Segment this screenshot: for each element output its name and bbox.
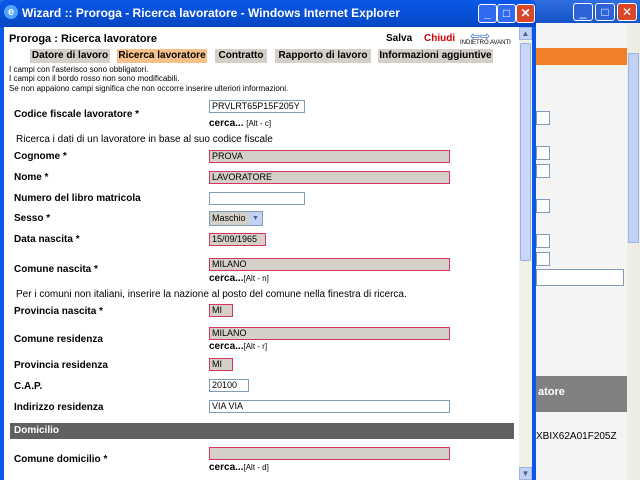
background-input[interactable]: [536, 199, 550, 213]
background-input[interactable]: [536, 164, 550, 178]
libro-matricola-label: Numero del libro matricola: [14, 193, 141, 204]
indirizzo-residenza-label: Indirizzo residenza: [14, 402, 104, 413]
tab-informazioni-aggiuntive[interactable]: Informazioni aggiuntive: [378, 49, 493, 63]
chevron-down-icon: ▼: [249, 212, 262, 225]
comune-domicilio-label: Comune domicilio *: [14, 454, 108, 465]
background-table-cell: XBIX62A01F205Z: [536, 431, 617, 442]
background-minimize-button[interactable]: _: [573, 3, 593, 21]
minimize-icon: _: [579, 5, 587, 19]
provincia-nascita-label: Provincia nascita *: [14, 306, 103, 317]
background-long-input[interactable]: [536, 269, 624, 286]
data-nascita-input[interactable]: 15/09/1965: [209, 233, 266, 246]
close-button[interactable]: Chiudi: [424, 33, 455, 44]
cap-label: C.A.P.: [14, 381, 43, 392]
note-required: I campi con l'asterisco sono obbligatori…: [9, 65, 149, 74]
window-frame-right: [532, 27, 536, 480]
background-close-button[interactable]: ✕: [617, 3, 637, 21]
tab-rapporto-di-lavoro[interactable]: Rapporto di lavoro: [275, 49, 371, 63]
scroll-up-icon[interactable]: ▲: [519, 27, 532, 40]
libro-matricola-input[interactable]: [209, 192, 305, 205]
window-title: Wizard :: Proroga - Ricerca lavoratore -…: [22, 6, 400, 20]
note-readonly: I campi con il bordo rosso non sono modi…: [9, 74, 180, 83]
comune-residenza-label: Comune residenza: [14, 334, 103, 345]
comune-nascita-label: Comune nascita *: [14, 264, 98, 275]
sesso-label: Sesso *: [14, 213, 51, 224]
comune-domicilio-input[interactable]: [209, 447, 450, 460]
minimize-button[interactable]: _: [478, 4, 497, 23]
provincia-nascita-input[interactable]: MI: [209, 304, 233, 317]
save-button[interactable]: Salva: [386, 33, 412, 44]
maximize-icon: □: [601, 5, 609, 19]
page-title: Proroga : Ricerca lavoratore: [9, 33, 157, 45]
comune-residenza-input[interactable]: MILANO: [209, 327, 450, 340]
nome-label: Nome *: [14, 172, 49, 183]
close-icon: ✕: [621, 5, 633, 19]
back-forward-label[interactable]: INDIETRO AVANTI: [460, 40, 511, 46]
popup-titlebar[interactable]: e Wizard :: Proroga - Ricerca lavoratore…: [0, 0, 536, 27]
nome-input[interactable]: LAVORATORE: [209, 171, 450, 184]
background-input[interactable]: [536, 234, 550, 248]
codice-fiscale-hint: Ricerca i dati di un lavoratore in base …: [16, 134, 273, 145]
background-table-header[interactable]: atore: [536, 376, 628, 412]
codice-fiscale-label: Codice fiscale lavoratore *: [14, 109, 140, 120]
minimize-icon: _: [484, 6, 491, 20]
cerca-comune-domicilio-link[interactable]: cerca...[Alt - d]: [209, 462, 269, 473]
codice-fiscale-input[interactable]: PRVLRT65P15F205Y: [209, 100, 305, 113]
indirizzo-residenza-input[interactable]: VIA VIA: [209, 400, 450, 413]
provincia-residenza-input[interactable]: MI: [209, 358, 233, 371]
popup-scrollbar[interactable]: ▲ ▼: [519, 27, 532, 480]
sesso-select[interactable]: Maschio ▼: [209, 211, 263, 226]
maximize-icon: □: [502, 6, 511, 20]
background-input[interactable]: [536, 111, 550, 125]
background-maximize-button[interactable]: □: [595, 3, 615, 21]
comune-nascita-input[interactable]: MILANO: [209, 258, 450, 271]
provincia-residenza-label: Provincia residenza: [14, 360, 108, 371]
note-missing: Se non appaiono campi significa che non …: [9, 84, 289, 93]
cerca-comune-nascita-link[interactable]: cerca...[Alt - n]: [209, 273, 269, 284]
scroll-down-icon[interactable]: ▼: [519, 467, 532, 480]
domicilio-section-header: Domicilio: [10, 423, 514, 439]
ie-logo-icon: e: [4, 5, 18, 19]
cerca-comune-residenza-link[interactable]: cerca...[Alt - r]: [209, 341, 267, 352]
background-input[interactable]: [536, 252, 550, 266]
comune-hint: Per i comuni non italiani, inserire la n…: [16, 289, 407, 300]
close-icon: ✕: [520, 6, 531, 20]
close-window-button[interactable]: ✕: [516, 4, 535, 23]
scroll-thumb[interactable]: [520, 43, 531, 261]
background-scrollbar[interactable]: [627, 23, 640, 480]
cap-input[interactable]: 20100: [209, 379, 249, 392]
maximize-button[interactable]: □: [497, 4, 516, 23]
background-input[interactable]: [536, 146, 550, 160]
tab-ricerca-lavoratore[interactable]: Ricerca lavoratore: [117, 49, 207, 63]
cognome-label: Cognome *: [14, 151, 67, 162]
tab-datore-di-lavoro[interactable]: Datore di lavoro: [30, 49, 110, 63]
cerca-codice-fiscale-link[interactable]: cerca... [Alt - c]: [209, 118, 271, 129]
background-orange-bar: [536, 48, 628, 65]
cognome-input[interactable]: PROVA: [209, 150, 450, 163]
tab-contratto[interactable]: Contratto: [215, 49, 267, 63]
background-scroll-thumb[interactable]: [628, 53, 639, 243]
data-nascita-label: Data nascita *: [14, 234, 80, 245]
